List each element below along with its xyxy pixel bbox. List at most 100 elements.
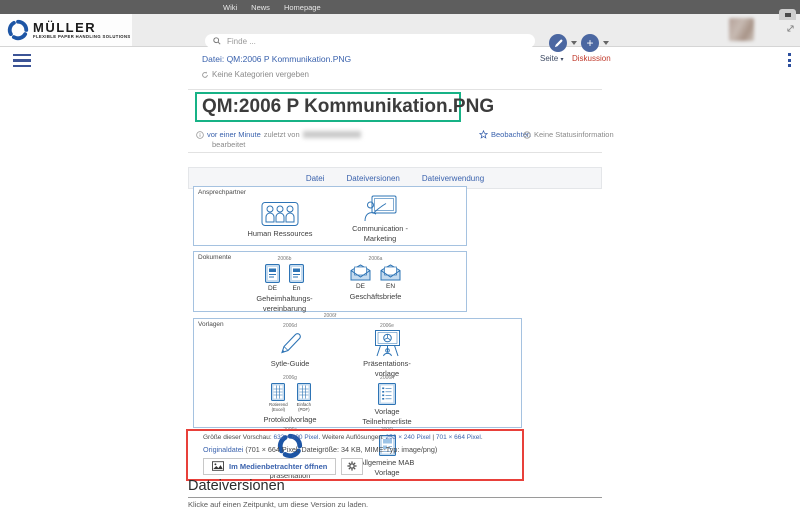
diagram-section: Ansprechpartner Human Ressources Communica… xyxy=(193,186,467,246)
file-size-link[interactable]: 701 × 664 Pixel xyxy=(436,434,481,441)
page-menu-dropdown[interactable]: Seite ▾ xyxy=(540,54,563,63)
add-new-button[interactable]: + xyxy=(581,34,599,52)
diagram-item-code: 2006b xyxy=(278,256,292,264)
edit-button[interactable] xyxy=(549,34,567,52)
diagram-section: Vorlagen 2006d Sytle-Guide 2006ePräsentatio… xyxy=(193,318,522,428)
diagram-item: 2006gRotierend (Excel)Einfach (PDF)Proto… xyxy=(242,375,339,427)
list-icon xyxy=(378,383,396,405)
versions-heading: Dateiversionen xyxy=(188,478,602,498)
pencil-icon xyxy=(277,331,303,357)
envelope-icon xyxy=(380,264,401,281)
file-info-text: Größe dieser Vorschau: xyxy=(203,434,273,441)
diagram-section: Dokumente 2006b DE En Geheimhaltungs- verein… xyxy=(193,251,467,312)
page-title: QM:2006 P Kommunikation.PNG xyxy=(197,96,494,118)
breadcrumb[interactable]: Datei: QM:2006 P Kommunikation.PNG xyxy=(202,54,351,64)
language-badge: DE xyxy=(268,285,277,292)
file-size-link[interactable]: 633 × 600 Pixel xyxy=(273,434,318,441)
topbar-links: Wiki News Homepage xyxy=(0,0,800,14)
sync-icon xyxy=(201,71,209,79)
settings-gear-button[interactable] xyxy=(341,458,363,475)
categories-status[interactable]: Keine Kategorien vergeben xyxy=(201,70,309,79)
versions-hint: Klicke auf einen Zeitpunkt, um diese Ver… xyxy=(188,500,368,509)
more-options-kebab-menu[interactable] xyxy=(788,53,791,67)
mueller-swirl-logo-icon xyxy=(7,19,29,41)
diagram-item-code: 2006h xyxy=(380,375,394,383)
diagram-item: Communication - Marketing xyxy=(330,195,430,243)
pencil-icon xyxy=(554,39,563,48)
edit-dropdown-caret[interactable] xyxy=(571,41,577,45)
diagram-item-code: 2006a xyxy=(369,256,383,264)
language-badge: DE xyxy=(356,283,365,290)
tab-datei[interactable]: Datei xyxy=(306,174,325,183)
edited-time-link[interactable]: vor einer Minute xyxy=(207,130,261,139)
diagram-item: 2006b DE En Geheimhaltungs- vereinbarung xyxy=(239,256,330,313)
expand-arrow-icon[interactable] xyxy=(786,24,795,33)
language-badge: EN xyxy=(386,283,395,290)
gear-icon xyxy=(347,461,357,471)
diagram-section-label: Dokumente xyxy=(198,254,231,261)
topbar-link-news[interactable]: News xyxy=(251,3,270,12)
user-avatar[interactable] xyxy=(729,18,754,41)
diagram-item-caption: Geheimhaltungs- vereinbarung xyxy=(256,294,312,313)
diagram-item-caption: Vorlage Teilnehmerliste xyxy=(362,407,411,426)
status-circle-icon xyxy=(523,131,531,139)
topbar-link-wiki[interactable]: Wiki xyxy=(223,3,237,12)
diagram-item-code: 2006g xyxy=(283,375,297,383)
team-icon xyxy=(261,200,299,227)
diagram-item: 2006ePräsentations- vorlage xyxy=(339,323,436,375)
search-input[interactable] xyxy=(227,37,527,46)
diagram-item: 2006d Sytle-Guide xyxy=(242,323,339,375)
diagram-item: 2006a DE EN Geschäftsbriefe xyxy=(330,256,421,313)
language-badge: En xyxy=(293,285,301,292)
redacted-username xyxy=(303,131,361,138)
diagram-item-code: 2006d xyxy=(283,323,297,331)
diagram-section-label: Ansprechpartner xyxy=(198,189,246,196)
tab-dateiversionen[interactable]: Dateiversionen xyxy=(347,174,400,183)
search-box[interactable] xyxy=(205,34,535,48)
status-indicator: Keine Statusinformation xyxy=(523,130,614,139)
search-icon xyxy=(213,37,221,45)
company-logo[interactable]: MÜLLER FLEXIBLE PAPER HANDLING SOLUTIONS xyxy=(0,14,132,46)
edited-tail-text: bearbeitet xyxy=(212,140,245,149)
window-corner-tab[interactable] xyxy=(779,9,796,20)
info-icon xyxy=(196,131,204,139)
diagram-item-caption: Human Ressources xyxy=(248,229,313,239)
original-file-line: Originaldatei (701 × 664 Pixel, Dateigrö… xyxy=(203,445,522,454)
diagram-item-caption: Sytle-Guide xyxy=(271,359,310,369)
title-highlight-annotation-box: QM:2006 P Kommunikation.PNG xyxy=(195,92,461,122)
site-header: MÜLLER FLEXIBLE PAPER HANDLING SOLUTIONS… xyxy=(0,14,800,47)
diagram-item-caption: Geschäftsbriefe xyxy=(350,292,402,302)
plus-icon: + xyxy=(586,37,593,49)
last-edited-info: vor einer Minute zuletzt von xyxy=(196,130,361,139)
open-media-viewer-button[interactable]: Im Medienbetrachter öffnen xyxy=(203,458,336,475)
add-dropdown-caret[interactable] xyxy=(603,41,609,45)
pin-icon xyxy=(785,13,791,17)
icon-sublabel: Einfach (PDF) xyxy=(297,402,311,413)
diagram-section-label: Vorlagen xyxy=(198,321,224,328)
diagram-item: Human Ressources xyxy=(230,200,330,239)
file-size-link[interactable]: 253 × 240 Pixel xyxy=(386,434,431,441)
fileinfo-highlight-annotation-box: Größe dieser Vorschau: 633 × 600 Pixel. … xyxy=(186,429,524,481)
edited-mid-text: zuletzt von xyxy=(264,130,300,139)
brand-tagline: FLEXIBLE PAPER HANDLING SOLUTIONS xyxy=(33,35,131,39)
diagram-item-caption: Protokollvorlage xyxy=(264,415,317,425)
topbar-link-homepage[interactable]: Homepage xyxy=(284,3,321,12)
divider xyxy=(188,89,602,90)
diagram-item: 2006h Vorlage Teilnehmerliste xyxy=(339,375,436,427)
star-icon xyxy=(479,130,488,139)
brand-name: MÜLLER xyxy=(33,21,131,34)
discussion-tab[interactable]: Diskussion xyxy=(572,54,611,63)
sheet-icon xyxy=(297,383,311,401)
file-info-text: . Weitere Auflösungen: xyxy=(318,434,385,441)
tab-dateiverwendung[interactable]: Dateiverwendung xyxy=(422,174,484,183)
menu-toggle-button[interactable] xyxy=(13,54,31,67)
file-info-text: . xyxy=(481,434,483,441)
easel-icon xyxy=(372,329,403,357)
diagram-item-caption: Communication - Marketing xyxy=(352,224,408,243)
file-size-link[interactable]: Originaldatei xyxy=(203,445,243,454)
doc-icon xyxy=(289,264,304,283)
preview-size-line: Größe dieser Vorschau: 633 × 600 Pixel. … xyxy=(203,434,522,443)
presenter-icon xyxy=(363,195,397,222)
doc-icon xyxy=(265,264,280,283)
file-info-text: (701 × 664 Pixel, Dateigröße: 34 KB, MIM… xyxy=(243,445,437,454)
